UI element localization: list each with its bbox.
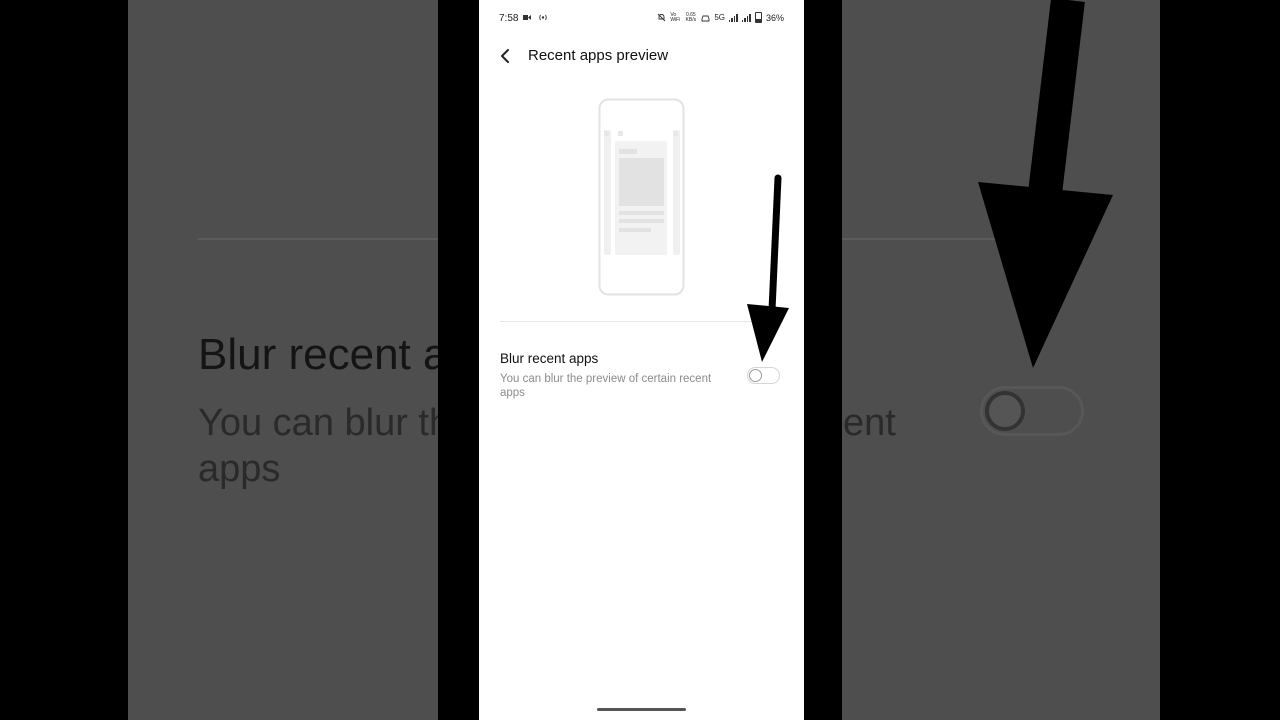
chevron-left-icon (501, 49, 509, 63)
hotspot-icon (538, 14, 547, 21)
net-speed-icon: 0.65 KB/s (685, 11, 697, 23)
right-black-band (804, 0, 842, 720)
setting-description: You can blur the preview of certain rece… (500, 373, 712, 399)
network-type: 5G (714, 13, 725, 22)
battery-percent: 36% (765, 12, 784, 23)
back-button[interactable] (495, 44, 517, 68)
car-icon (701, 15, 710, 21)
status-bar: 7:58 Vo WiFi 0.65 KB/s 5G 36% (479, 0, 804, 36)
home-indicator[interactable] (597, 708, 686, 711)
setting-title: Blur recent apps (500, 351, 599, 366)
page-title: Recent apps preview (528, 47, 669, 64)
status-left-icons (523, 12, 548, 22)
status-time: 7:58 (499, 13, 519, 24)
status-right-icons: Vo WiFi 0.65 KB/s 5G 36% (657, 12, 784, 23)
left-black-band (438, 0, 479, 720)
recent-apps-illustration (598, 98, 685, 296)
video-camera-icon (523, 15, 531, 21)
toggle-knob (749, 369, 762, 382)
mute-bell-icon (657, 13, 666, 22)
battery-icon (754, 12, 762, 23)
app-header: Recent apps preview (479, 36, 804, 76)
signal-icon (728, 13, 738, 22)
signal-icon (741, 13, 751, 22)
volte-icon: Vo WiFi (670, 11, 681, 23)
pointer-arrow-icon (747, 174, 789, 362)
